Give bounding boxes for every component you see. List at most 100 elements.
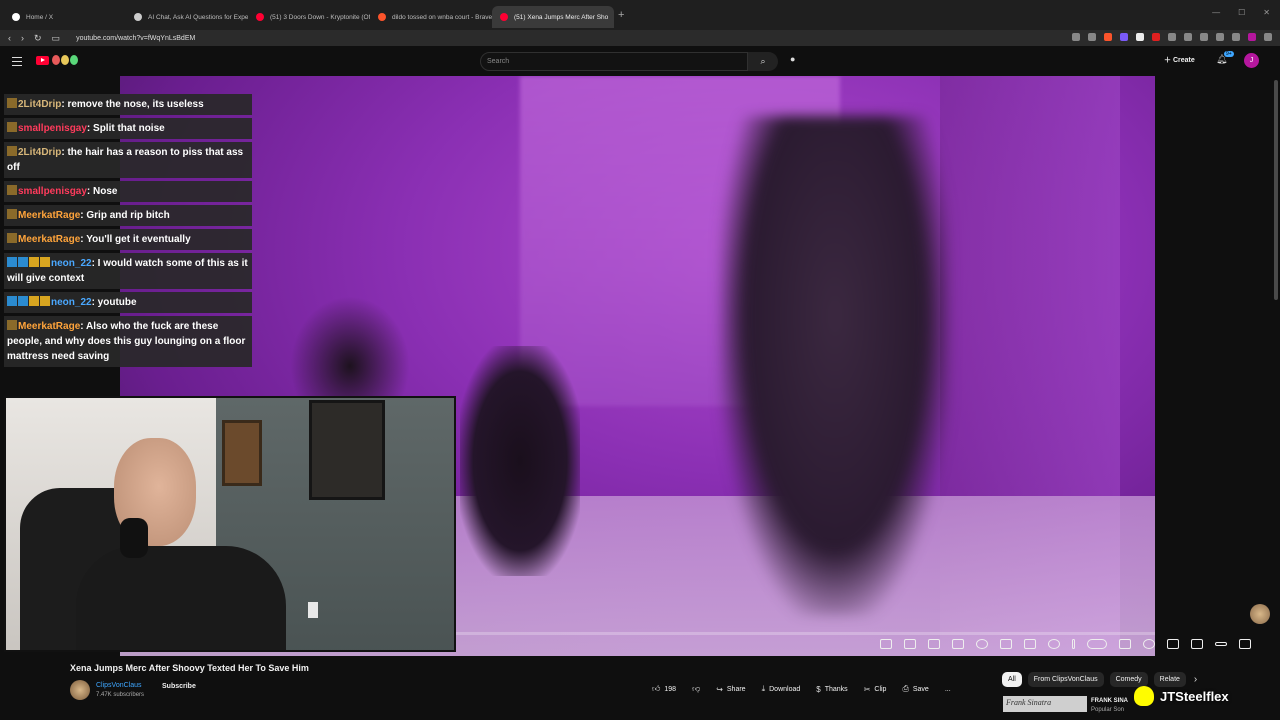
scrollbar[interactable]	[1274, 80, 1278, 300]
wall-poster-frame	[309, 400, 385, 500]
video-scene-person	[720, 116, 950, 616]
chat-text: : Nose	[86, 186, 118, 197]
chat-username: smallpenisgay	[18, 186, 87, 197]
thumbs-up-icon: 👍︎	[652, 684, 661, 693]
music-icon[interactable]	[1216, 33, 1224, 41]
clip-button[interactable]: ✂ Clip	[860, 685, 891, 694]
thanks-button[interactable]: $ Thanks	[812, 685, 851, 694]
chat-badge-icon	[7, 257, 17, 267]
chat-username: MeerkatRage	[18, 234, 81, 245]
save-icon: ⎙	[902, 684, 909, 693]
youtube-logo-icon[interactable]	[36, 56, 49, 65]
close-window-icon[interactable]: ✕	[1263, 8, 1270, 17]
tab-favicon-icon	[378, 13, 386, 21]
extension-icon[interactable]	[1072, 33, 1080, 41]
reload-icon[interactable]: ↻	[34, 33, 42, 44]
recommended-video-thumbnail[interactable]: Frank Sinatra	[1003, 696, 1087, 712]
menu-icon[interactable]	[1264, 33, 1272, 41]
filter-chip[interactable]: From ClipsVonClaus	[1027, 672, 1104, 687]
extension-gear-icon[interactable]	[1048, 639, 1060, 649]
new-tab-button[interactable]: +	[618, 9, 624, 21]
chevron-right-icon[interactable]: ›	[1192, 672, 1199, 687]
filter-chip[interactable]: Comedy	[1109, 672, 1148, 687]
save-button[interactable]: ⎙ Save	[898, 684, 932, 694]
bookmark-icon[interactable]: ▭	[52, 33, 61, 44]
browser-tab[interactable]: (51) Xena Jumps Merc After Sho✕	[492, 6, 614, 28]
minimize-icon[interactable]: —	[1212, 8, 1220, 17]
hamburger-menu-icon[interactable]	[12, 57, 22, 66]
account-avatar[interactable]: J	[1244, 53, 1259, 68]
search-input[interactable]: Search	[480, 52, 748, 71]
search-icon[interactable]: ⌕	[748, 52, 778, 71]
forward-icon[interactable]: ›	[21, 33, 24, 43]
chat-badge-icon	[7, 98, 17, 108]
tab-favicon-icon	[12, 13, 20, 21]
theater-mode-icon[interactable]	[1191, 639, 1203, 649]
filter-chip[interactable]: Relate	[1153, 672, 1186, 687]
microphone-icon[interactable]: ●	[790, 54, 795, 64]
maximize-icon[interactable]: ☐	[1238, 8, 1245, 17]
browser-tab[interactable]: (51) 3 Doors Down - Kryptonite (Offi	[248, 6, 370, 28]
settings-gear-icon[interactable]	[1143, 639, 1155, 649]
filter-chip[interactable]: All	[1002, 672, 1022, 687]
chat-username: MeerkatRage	[18, 321, 81, 332]
dislike-button[interactable]: 👎︎	[688, 684, 704, 694]
chapters-icon[interactable]	[904, 639, 916, 649]
more-label: ...	[944, 685, 951, 693]
video-title: Xena Jumps Merc After Shoovy Texted Her …	[70, 663, 309, 673]
doodle-logo[interactable]	[52, 55, 78, 65]
browser-tab[interactable]: Home / X	[4, 6, 126, 28]
stream-chat-overlay: 2Lit4Drip: remove the nose, its useless s…	[4, 94, 252, 370]
chat-badge-icon	[7, 185, 17, 195]
fullscreen-icon[interactable]	[1239, 639, 1251, 649]
chat-message: neon_22: I would watch some of this as i…	[4, 253, 252, 289]
channel-name[interactable]: ClipsVonClaus	[96, 682, 142, 689]
browser-tab[interactable]: dildo tossed on wnba court - Brave	[370, 6, 492, 28]
webcam-overlay	[4, 396, 456, 652]
browser-tab[interactable]: AI Chat, Ask AI Questions for Expert	[126, 6, 248, 28]
brave-shield-icon[interactable]	[1104, 33, 1112, 41]
extension-icon[interactable]	[1152, 33, 1160, 41]
chat-badge-icon	[29, 257, 39, 267]
captions-icon[interactable]	[1119, 639, 1131, 649]
thanks-label: Thanks	[824, 685, 848, 693]
more-actions-button[interactable]: ...	[941, 686, 955, 693]
profile-icon[interactable]	[1248, 33, 1256, 41]
layout-icon[interactable]	[952, 639, 964, 649]
chat-message: neon_22: youtube	[4, 292, 252, 313]
extension-icon[interactable]	[1088, 33, 1096, 41]
recommended-video-title[interactable]: FRANK SINA	[1091, 698, 1128, 704]
url-field[interactable]: youtube.com/watch?v=fWqYnLsBdEM	[76, 35, 195, 42]
chat-badge-icon	[7, 233, 17, 243]
keyboard-icon[interactable]	[1024, 639, 1036, 649]
subscribe-button[interactable]: Subscribe	[162, 683, 196, 690]
like-button[interactable]: 👍︎ 198	[648, 684, 680, 694]
back-icon[interactable]: ‹	[8, 33, 11, 43]
share-button[interactable]: ↪ Share	[712, 685, 749, 694]
chat-message: smallpenisgay: Nose	[4, 181, 252, 202]
extension-icon[interactable]	[1184, 33, 1192, 41]
channel-avatar[interactable]	[70, 680, 90, 700]
extension-icon[interactable]	[1168, 33, 1176, 41]
chat-message: MeerkatRage: Grip and rip bitch	[4, 205, 252, 226]
ambient-mode-icon[interactable]	[880, 639, 892, 649]
download-button[interactable]: ⤓ Download	[758, 684, 805, 694]
extension-icon[interactable]	[1120, 33, 1128, 41]
create-button[interactable]: ＋ Create	[1164, 55, 1195, 65]
miniplayer-icon[interactable]	[1167, 639, 1179, 649]
autoplay-toggle[interactable]	[1087, 639, 1107, 649]
scissors-icon: ✂	[863, 684, 871, 694]
wall-outlet	[308, 602, 318, 618]
resize-icon[interactable]	[928, 639, 940, 649]
extension-icon[interactable]	[1200, 33, 1208, 41]
sidebar-icon[interactable]	[1232, 33, 1240, 41]
chat-badge-icon	[7, 296, 17, 306]
more-options-icon[interactable]	[1072, 639, 1075, 649]
screenshot-icon[interactable]	[1000, 639, 1012, 649]
cast-icon[interactable]	[1215, 642, 1227, 646]
address-bar: ‹ › ↻ ▭ youtube.com/watch?v=fWqYnLsBdEM	[0, 30, 1280, 46]
x-icon[interactable]	[1136, 33, 1144, 41]
tab-favicon-icon	[134, 13, 142, 21]
speed-icon[interactable]	[976, 639, 988, 649]
chat-badge-icon	[7, 122, 17, 132]
